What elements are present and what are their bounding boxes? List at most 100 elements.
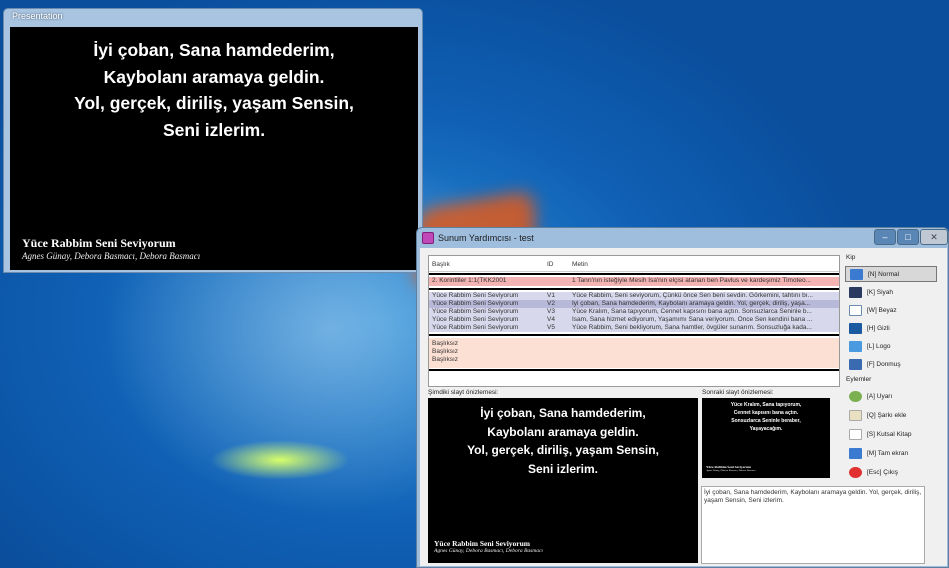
maximize-button[interactable]: □: [897, 229, 919, 245]
slides-table[interactable]: Başlık ID Metin 2. Korintliler 1:1(TKK20…: [428, 255, 840, 387]
cell-title: Yüce Rabbim Seni Seviyorum: [432, 316, 519, 323]
lyric-line: Sonsuzlarca Seninle beraber,: [731, 418, 801, 424]
book-icon: [849, 428, 862, 440]
presentation-credits: Yüce Rabbim Seni Seviyorum Agnes Günay, …: [22, 236, 200, 261]
table-row-selected[interactable]: Yüce Rabbim Seni Seviyorum V2 İyi çoban,…: [429, 300, 839, 308]
button-label: [H] Gizli: [867, 324, 890, 332]
cell-title: Başlıksız: [432, 356, 459, 363]
cell-text: İsam, Sana hizmet ediyorum, Yaşamımı San…: [572, 316, 813, 323]
table-separator: [429, 334, 839, 336]
cell-title: Başlıksız: [432, 340, 459, 347]
next-preview-label: Sonraki slayt önizlemesi:: [702, 389, 774, 396]
cell-id: V4: [547, 316, 555, 323]
presentation-screen: İyi çoban, Sana hamdederim, Kaybolanı ar…: [10, 27, 418, 270]
lyric-line: İyi çoban, Sana hamdederim,: [93, 40, 335, 60]
main-window[interactable]: Sunum Yardımcısı - test – □ ✕ Başlık ID …: [416, 227, 949, 568]
cell-text: İyi çoban, Sana hamdederim, Kaybolanı ar…: [572, 300, 811, 307]
cell-text: Yüce Rabbim, Seni seviyorum, Çünkü önce …: [572, 292, 813, 299]
lyric-line: Kaybolanı aramaya geldin.: [103, 66, 325, 87]
mode-logo-button[interactable]: [L] Logo: [845, 338, 937, 354]
exit-button[interactable]: [Esc] Çıkış: [845, 464, 937, 480]
table-row-untitled[interactable]: Başlıksız: [429, 340, 839, 348]
lyric-line: Yol, gerçek, diriliş, yaşam Sensin,: [467, 443, 659, 457]
table-row[interactable]: Yüce Rabbim Seni Seviyorum V1 Yüce Rabbi…: [429, 292, 839, 300]
close-button[interactable]: ✕: [920, 229, 948, 245]
window-client: Başlık ID Metin 2. Korintliler 1:1(TKK20…: [420, 248, 947, 566]
song-authors: Agnes Günay, Debora Basmacı, Debora Basm…: [434, 548, 543, 554]
actions-group-label: Eylemler: [846, 376, 872, 383]
mode-hidden-button[interactable]: [H] Gizli: [845, 320, 937, 336]
lyric-line: İyi çoban, Sana hamdederim,: [480, 406, 646, 420]
fullscreen-button[interactable]: [M] Tam ekran: [845, 445, 937, 461]
current-slide-preview: İyi çoban, Sana hamdederim, Kaybolanı ar…: [428, 398, 698, 563]
table-row[interactable]: Yüce Rabbim Seni Seviyorum V3 Yüce Kralı…: [429, 308, 839, 316]
table-row-untitled[interactable]: Başlıksız: [429, 356, 839, 364]
monitor-icon: [850, 268, 863, 280]
table-row[interactable]: Yüce Rabbim Seni Seviyorum V4 İsam, Sana…: [429, 316, 839, 324]
next-preview-lyrics: Yüce Kralım, Sana tapıyorum, Cennet kapı…: [702, 401, 830, 433]
song-authors: Agnes Günay, Debora Basmacı, Debora Basm…: [706, 469, 756, 472]
column-header-text[interactable]: Metin: [572, 261, 837, 268]
table-row[interactable]: Yüce Rabbim Seni Seviyorum V5 Yüce Rabbi…: [429, 324, 839, 332]
lyric-line: Seni izlerim.: [162, 119, 266, 140]
song-title: Yüce Rabbim Seni Seviyorum: [434, 539, 531, 548]
mode-white-button[interactable]: [W] Beyaz: [845, 302, 937, 318]
cell-title: Yüce Rabbim Seni Seviyorum: [432, 300, 519, 307]
lyric-line: Kaybolanı aramaya geldin.: [487, 424, 639, 439]
button-label: [W] Beyaz: [867, 306, 897, 314]
mode-frozen-button[interactable]: [F] Donmuş: [845, 356, 937, 372]
wallpaper-glow: [210, 440, 350, 480]
cell-text: Yüce Rabbim, Seni bekliyorum, Sana hamtl…: [572, 324, 812, 331]
mode-group-label: Kip: [846, 254, 856, 261]
monitor-frozen-icon: [849, 358, 862, 370]
window-title: Sunum Yardımcısı - test: [438, 233, 534, 243]
button-label: [M] Tam ekran: [867, 449, 909, 457]
cell-id: V1: [547, 292, 555, 299]
cell-title: Yüce Rabbim Seni Seviyorum: [432, 324, 519, 331]
button-label: [Esc] Çıkış: [867, 468, 899, 476]
mode-black-button[interactable]: [K] Siyah: [845, 284, 937, 300]
lyric-line: Yol, gerçek, diriliş, yaşam Sensin,: [74, 93, 354, 113]
table-separator: [429, 288, 839, 290]
table-header: Başlık ID Metin: [429, 256, 839, 272]
lyric-line: Yaşayacağım.: [749, 426, 783, 432]
next-slide-preview: Yüce Kralım, Sana tapıyorum, Cennet kapı…: [702, 398, 830, 478]
cell-title: 2. Korintliler 1:1(TKK2001: [432, 277, 507, 284]
button-label: [F] Donmuş: [867, 360, 901, 368]
exit-icon: [849, 466, 862, 478]
table-row-highlight[interactable]: 2. Korintliler 1:1(TKK2001 1 Tanrı'nın i…: [429, 277, 839, 286]
button-label: [K] Siyah: [867, 288, 894, 296]
cell-text: 1 Tanrı'nın isteğiyle Mesih İsa'nın elçi…: [572, 277, 812, 284]
column-header-id[interactable]: ID: [547, 261, 567, 268]
cell-id: V3: [547, 308, 555, 315]
button-label: [L] Logo: [867, 342, 891, 350]
button-label: [S] Kutsal Kitap: [867, 430, 912, 438]
alert-button[interactable]: [A] Uyarı: [845, 388, 937, 404]
button-label: [A] Uyarı: [867, 392, 893, 400]
alert-icon: [849, 390, 862, 402]
minimize-button[interactable]: –: [874, 229, 896, 245]
lyric-line: Cennet kapısını bana açtın.: [733, 410, 799, 416]
mode-normal-button[interactable]: [N] Normal: [845, 266, 937, 282]
presentation-window[interactable]: Presentation İyi çoban, Sana hamdederim,…: [3, 8, 423, 273]
monitor-logo-icon: [849, 340, 862, 352]
lyric-line: Yüce Kralım, Sana tapıyorum,: [730, 402, 802, 408]
cell-title: Yüce Rabbim Seni Seviyorum: [432, 308, 519, 315]
current-preview-credits: Yüce Rabbim Seni Seviyorum Agnes Günay, …: [434, 539, 543, 554]
presentation-window-title: Presentation: [12, 11, 63, 21]
title-bar[interactable]: Sunum Yardımcısı - test – □ ✕: [417, 228, 948, 248]
cell-id: V5: [547, 324, 555, 331]
table-separator: [429, 273, 839, 275]
song-title: Yüce Rabbim Seni Seviyorum: [22, 236, 176, 250]
current-preview-lyrics: İyi çoban, Sana hamdederim, Kaybolanı ar…: [428, 404, 698, 478]
song-authors: Agnes Günay, Debora Basmacı, Debora Basm…: [22, 251, 201, 261]
add-song-button[interactable]: [Q] Şarkı ekle: [845, 407, 937, 423]
current-preview-label: Şimdiki slayt önizlemesi:: [428, 389, 499, 396]
column-header-title[interactable]: Başlık: [432, 261, 552, 268]
cell-title: Başlıksız: [432, 348, 459, 355]
table-row-untitled[interactable]: Başlıksız: [429, 348, 839, 356]
button-label: [Q] Şarkı ekle: [867, 411, 907, 419]
cell-text: Yüce Kralım, Sana tapıyorum, Cennet kapı…: [572, 308, 812, 315]
bible-button[interactable]: [S] Kutsal Kitap: [845, 426, 937, 442]
next-slide-text[interactable]: İyi çoban, Sana hamdederim, Kaybolanı ar…: [701, 486, 925, 564]
